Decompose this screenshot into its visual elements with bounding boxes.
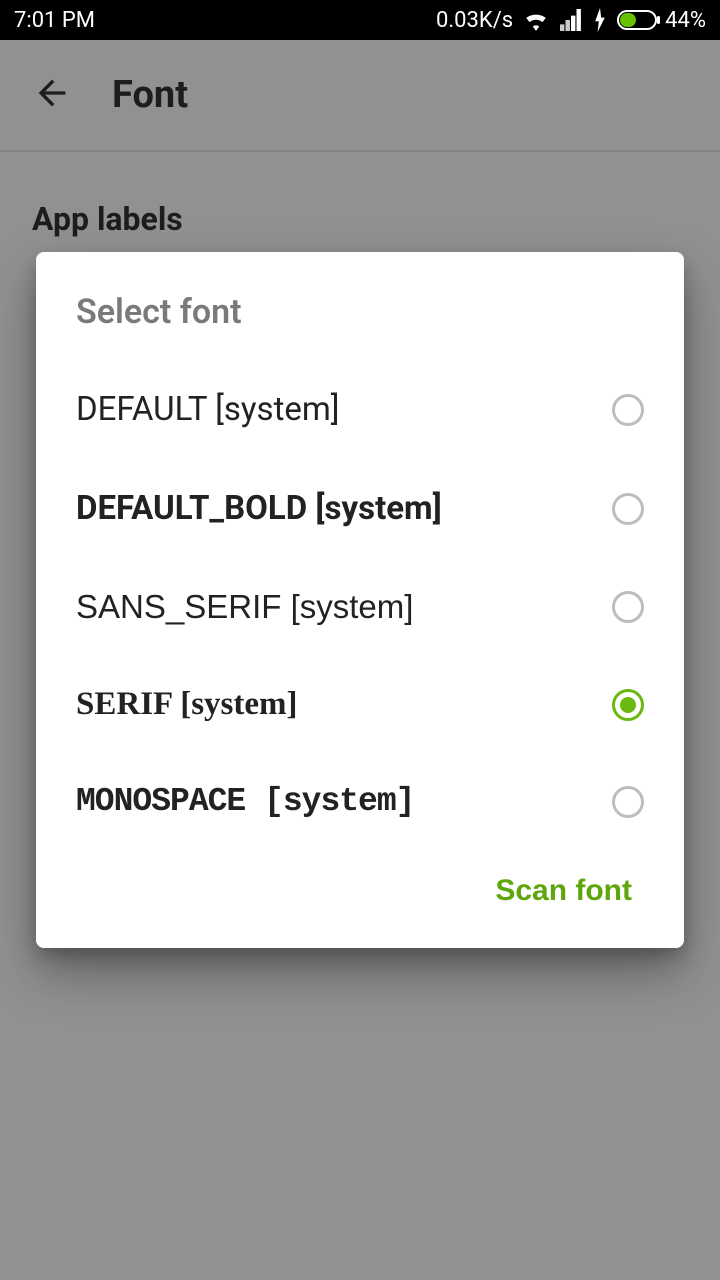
select-font-dialog: Select font DEFAULT [system] DEFAULT_BOL… xyxy=(36,252,684,948)
status-time: 7:01 PM xyxy=(14,8,95,33)
radio-icon xyxy=(612,394,644,426)
scan-font-button[interactable]: Scan font xyxy=(495,874,632,908)
wifi-icon xyxy=(523,9,549,31)
radio-icon xyxy=(612,786,644,818)
signal-icon xyxy=(559,9,583,31)
font-option-label: SERIF [system] xyxy=(76,686,298,723)
font-option-monospace[interactable]: MONOSPACE [system] xyxy=(36,753,684,850)
radio-selected-icon xyxy=(612,689,644,721)
font-option-label: SANS_SERIF [system] xyxy=(76,588,413,626)
radio-icon xyxy=(612,591,644,623)
status-bar: 7:01 PM 0.03K/s 44% xyxy=(0,0,720,40)
status-netrate: 0.03K/s xyxy=(436,8,513,33)
dialog-actions: Scan font xyxy=(36,850,684,908)
font-option-serif[interactable]: SERIF [system] xyxy=(36,656,684,753)
charging-icon xyxy=(593,8,607,32)
status-right: 0.03K/s 44% xyxy=(436,8,706,33)
font-option-label: DEFAULT [system] xyxy=(76,390,340,429)
font-option-default-bold[interactable]: DEFAULT_BOLD [system] xyxy=(36,459,684,558)
battery-icon xyxy=(617,10,661,30)
font-option-label: DEFAULT_BOLD [system] xyxy=(76,489,442,528)
font-options-list: DEFAULT [system] DEFAULT_BOLD [system] S… xyxy=(36,360,684,850)
radio-icon xyxy=(612,493,644,525)
battery-percent: 44% xyxy=(665,8,706,33)
font-option-sans-serif[interactable]: SANS_SERIF [system] xyxy=(36,558,684,656)
font-option-default[interactable]: DEFAULT [system] xyxy=(36,360,684,459)
dialog-title: Select font xyxy=(36,292,684,360)
font-option-label: MONOSPACE [system] xyxy=(76,783,414,820)
